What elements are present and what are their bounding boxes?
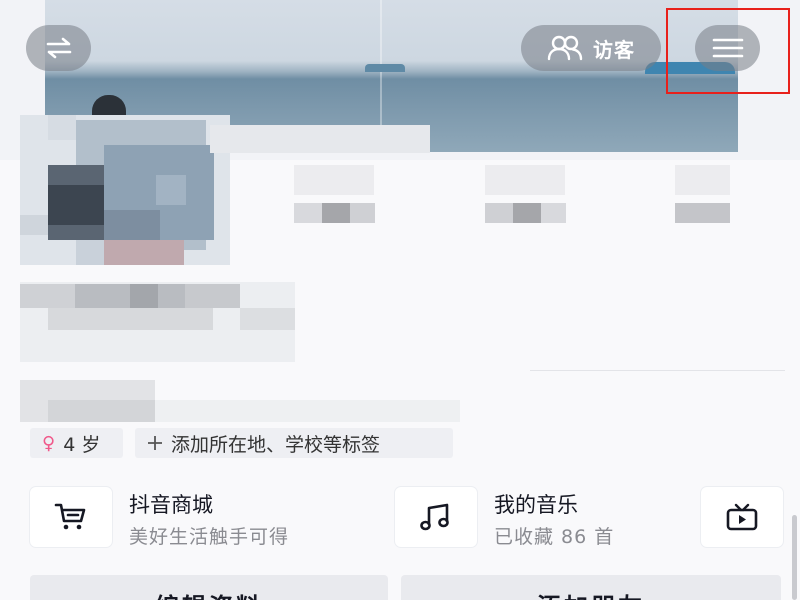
shop-title[interactable]: 抖音商城: [129, 489, 213, 519]
visitor-label: 访客: [593, 37, 635, 62]
photo-island: [365, 64, 405, 72]
shop-subtitle: 美好生活触手可得: [129, 526, 290, 548]
tv-card-icon[interactable]: [701, 487, 783, 547]
add-tags-button[interactable]: 添加所在地、学校等标签: [135, 428, 453, 458]
add-friends-button[interactable]: 添加朋友: [401, 575, 781, 600]
plus-icon: [148, 436, 162, 450]
shop-card-icon[interactable]: [30, 487, 112, 547]
people-icon: [547, 35, 583, 61]
edit-profile-button[interactable]: 编辑资料: [30, 575, 388, 600]
divider: [530, 370, 785, 371]
edit-profile-label: 编辑资料: [155, 587, 263, 600]
tv-icon: [726, 503, 758, 531]
music-note-icon: [420, 503, 449, 531]
add-friends-label: 添加朋友: [537, 587, 645, 600]
profile-tags: ♀ 4 岁 添加所在地、学校等标签: [30, 428, 453, 458]
shopping-cart-icon: [54, 503, 86, 530]
age-tag[interactable]: ♀ 4 岁: [30, 428, 123, 458]
switch-arrows-icon: [46, 37, 71, 59]
age-tag-label: 4 岁: [63, 433, 101, 456]
music-card-icon[interactable]: [395, 487, 477, 547]
scrollbar[interactable]: [792, 515, 797, 600]
music-subtitle: 已收藏 86 首: [494, 526, 615, 548]
highlight-annotation: [666, 8, 790, 94]
switch-account-button[interactable]: [26, 25, 91, 71]
music-title[interactable]: 我的音乐: [494, 489, 578, 519]
visitor-button[interactable]: 访客: [521, 25, 661, 71]
profile-account-id: [20, 380, 460, 422]
stats-row: [210, 125, 770, 225]
add-tags-label: 添加所在地、学校等标签: [171, 433, 381, 456]
profile-nickname: [20, 282, 295, 362]
female-icon: ♀: [42, 432, 56, 454]
